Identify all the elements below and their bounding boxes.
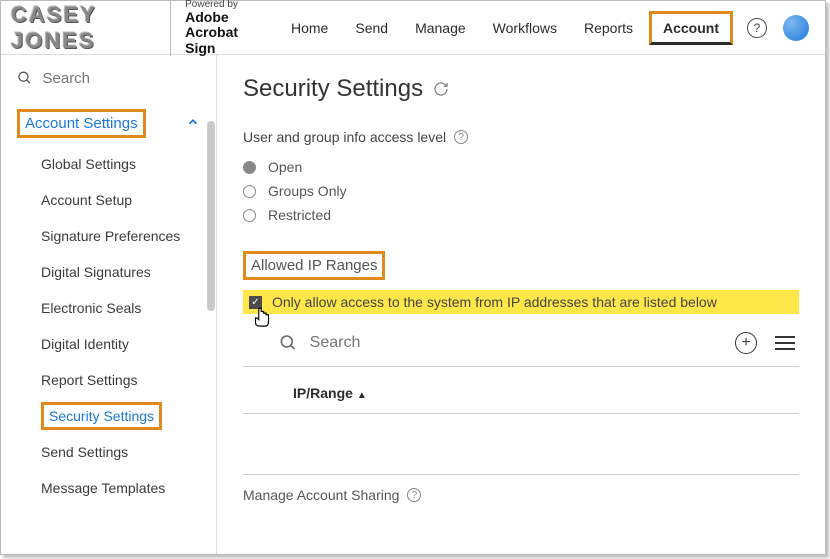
radio-label: Groups Only [268,183,347,199]
sidebar-search[interactable] [1,55,216,101]
adobe-label: Adobe [185,10,266,25]
menu-icon[interactable] [775,336,795,350]
sidebar: Account Settings Global Settings Account… [1,55,217,554]
radio-open[interactable]: Open [243,159,799,175]
add-ip-button[interactable]: + [735,332,757,354]
nav-home[interactable]: Home [280,14,339,42]
sidebar-item-label: Message Templates [41,480,165,496]
sidebar-item-digital-identity[interactable]: Digital Identity [1,326,216,362]
sidebar-search-input[interactable] [43,70,201,87]
access-level-radio-group: Open Groups Only Restricted [243,159,799,223]
sidebar-item-label: Global Settings [41,156,136,172]
refresh-icon[interactable] [433,81,449,97]
search-icon [17,69,33,87]
help-tooltip-icon[interactable]: ? [407,488,421,502]
ip-allow-checkbox-row[interactable]: ✓ Only allow access to the system from I… [243,290,799,314]
top-header: CASEY JONES Powered by Adobe Acrobat Sig… [1,1,825,55]
page-title-text: Security Settings [243,75,423,103]
ip-search-input[interactable] [310,334,735,352]
sidebar-item-security-settings[interactable]: Security Settings [1,398,216,434]
nav-send[interactable]: Send [344,14,399,42]
top-nav: Home Send Manage Workflows Reports Accou… [280,11,733,45]
access-level-label: User and group info access level ? [243,129,799,145]
avatar[interactable] [783,15,809,41]
main-content: Security Settings User and group info ac… [217,55,825,554]
sidebar-item-electronic-seals[interactable]: Electronic Seals [1,290,216,326]
radio-groups-only[interactable]: Groups Only [243,183,799,199]
sidebar-section-label: Account Settings [17,109,146,138]
sidebar-item-account-setup[interactable]: Account Setup [1,182,216,218]
sidebar-item-label: Digital Signatures [41,264,151,280]
ip-checkbox-label: Only allow access to the system from IP … [272,294,717,310]
radio-restricted[interactable]: Restricted [243,207,799,223]
sidebar-item-label: Electronic Seals [41,300,141,316]
radio-icon [243,185,256,198]
radio-icon [243,161,256,174]
brand-logo: CASEY JONES [11,2,156,54]
sidebar-section-account-settings[interactable]: Account Settings [1,103,216,144]
search-icon [279,333,298,353]
checkbox-icon: ✓ [249,296,262,309]
ip-table-header[interactable]: IP/Range ▲ [243,373,799,414]
sidebar-scrollbar[interactable] [207,121,215,311]
powered-by-block: Powered by Adobe Acrobat Sign [170,0,266,56]
access-level-text: User and group info access level [243,129,446,145]
casey-jones-logo: CASEY JONES [11,2,156,54]
nav-manage[interactable]: Manage [404,14,477,42]
sidebar-item-label: Signature Preferences [41,228,180,244]
sidebar-item-digital-signatures[interactable]: Digital Signatures [1,254,216,290]
sidebar-item-message-templates[interactable]: Message Templates [1,470,216,506]
sidebar-item-report-settings[interactable]: Report Settings [1,362,216,398]
sidebar-item-label: Account Setup [41,192,132,208]
sidebar-item-signature-preferences[interactable]: Signature Preferences [1,218,216,254]
ip-search-bar: + [243,326,799,367]
radio-icon [243,209,256,222]
nav-reports[interactable]: Reports [573,14,644,42]
radio-label: Open [268,159,302,175]
column-ip-range: IP/Range [293,385,353,401]
acrobat-sign-label: Acrobat Sign [185,25,266,56]
radio-label: Restricted [268,207,331,223]
sort-asc-icon: ▲ [357,390,367,401]
chevron-up-icon [186,115,200,132]
sidebar-item-global-settings[interactable]: Global Settings [1,146,216,182]
page-title: Security Settings [243,75,799,103]
sidebar-item-send-settings[interactable]: Send Settings [1,434,216,470]
manage-sharing-text: Manage Account Sharing [243,487,399,503]
help-icon[interactable]: ? [747,18,767,38]
nav-account[interactable]: Account [649,11,733,45]
sidebar-item-label: Security Settings [41,402,162,430]
sidebar-item-label: Digital Identity [41,336,129,352]
help-tooltip-icon[interactable]: ? [454,130,468,144]
sidebar-item-label: Report Settings [41,372,138,388]
allowed-ip-heading: Allowed IP Ranges [243,251,385,280]
sidebar-item-label: Send Settings [41,444,128,460]
manage-account-sharing-heading: Manage Account Sharing ? [243,474,799,503]
nav-workflows[interactable]: Workflows [482,14,568,42]
